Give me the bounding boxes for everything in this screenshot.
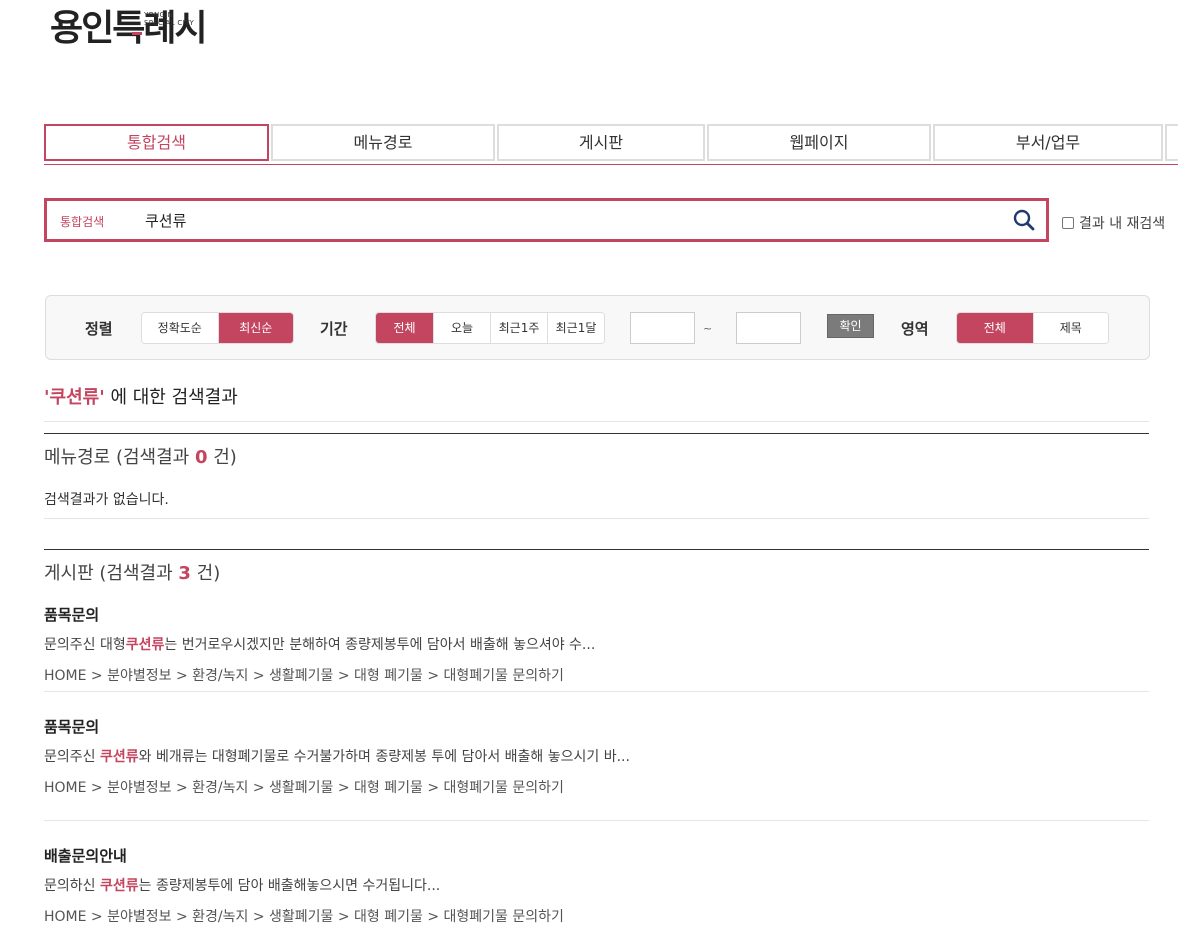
result-item-snippet: 문의주신 대형쿠션류는 번거로우시겠지만 분해하여 종량제봉투에 담아서 배출해… [44,637,596,653]
divider [44,820,1149,821]
sort-label: 정렬 [85,320,113,338]
search-scope-label: 통합검색 [60,215,105,229]
area-label: 영역 [901,320,929,338]
search-filter-bar: 정렬 정확도순 최신순 기간 전체 오늘 최근1주 최근1달 ~ 확인 영역 전… [45,295,1150,360]
no-results-message: 검색결과가 없습니다. [44,492,169,508]
search-category-tabs: 통합검색 메뉴경로 게시판 웹페이지 부서/업무 [44,124,1178,165]
divider [44,691,1149,692]
area-options: 전체 제목 [956,312,1109,344]
result-item-path[interactable]: HOME > 분야별정보 > 환경/녹지 > 생활폐기물 > 대형 폐기물 > … [44,906,564,926]
result-item-snippet: 문의주신 쿠션류와 베개류는 대형폐기물로 수거불가하며 종량제봉 투에 담아서… [44,749,630,765]
tab-integrated-search[interactable]: 통합검색 [44,124,269,161]
result-item-path[interactable]: HOME > 분야별정보 > 환경/녹지 > 생활폐기물 > 대형 폐기물 > … [44,665,564,685]
divider [44,518,1149,519]
period-label: 기간 [320,320,348,338]
menu-path-count: 0 [194,447,208,468]
logo-subtitle: YONGIN SPECIAL CITY [144,11,195,27]
period-all-button[interactable]: 전체 [376,313,433,343]
end-date-input[interactable] [736,312,801,344]
search-keyword: 쿠션류 [49,387,100,408]
section-divider [44,549,1149,550]
sort-accuracy-button[interactable]: 정확도순 [142,313,218,343]
board-section-title: 게시판 (검색결과 3 건) [44,563,221,584]
tab-menu-path[interactable]: 메뉴경로 [271,124,495,161]
date-range-separator: ~ [703,322,713,335]
period-month-button[interactable]: 최근1달 [547,313,604,343]
menu-path-section-title: 메뉴경로 (검색결과 0 건) [44,447,237,468]
confirm-button[interactable]: 확인 [827,314,874,338]
result-item-title[interactable]: 품목문의 [44,716,99,737]
result-item-path[interactable]: HOME > 분야별정보 > 환경/녹지 > 생활폐기물 > 대형 폐기물 > … [44,777,564,797]
section-divider [44,433,1149,434]
tab-board[interactable]: 게시판 [497,124,705,161]
research-checkbox[interactable] [1062,217,1074,229]
search-icon[interactable] [1012,208,1036,232]
area-title-button[interactable]: 제목 [1032,313,1108,343]
research-label: 결과 내 재검색 [1079,216,1166,232]
research-within-results[interactable]: 결과 내 재검색 [1062,213,1165,233]
start-date-input[interactable] [630,312,695,344]
search-bar: 통합검색 [44,198,1049,242]
tab-webpage[interactable]: 웹페이지 [707,124,931,161]
tab-department[interactable]: 부서/업무 [933,124,1163,161]
period-week-button[interactable]: 최근1주 [490,313,547,343]
result-item-title[interactable]: 배출문의안내 [44,845,127,866]
result-item-title[interactable]: 품목문의 [44,604,99,625]
period-today-button[interactable]: 오늘 [433,313,490,343]
period-options: 전체 오늘 최근1주 최근1달 [375,312,605,344]
area-all-button[interactable]: 전체 [957,313,1033,343]
search-input[interactable] [145,208,1005,232]
board-count: 3 [178,563,191,584]
divider [44,421,1149,422]
sort-latest-button[interactable]: 최신순 [217,313,293,343]
tab-overflow[interactable] [1165,124,1178,161]
result-heading: '쿠션류' 에 대한 검색결과 [44,387,238,408]
logo-accent-mark [132,32,142,35]
sort-options: 정확도순 최신순 [141,312,294,344]
result-item-snippet: 문의하신 쿠션류는 종량제봉투에 담아 배출해놓으시면 수거됩니다... [44,878,441,894]
